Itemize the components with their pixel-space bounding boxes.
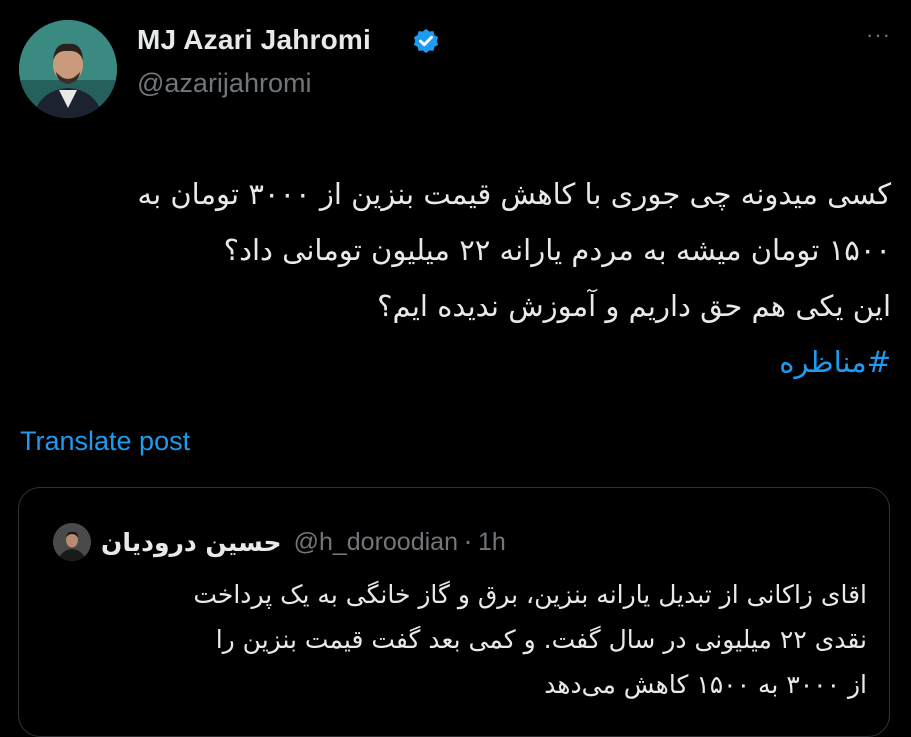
- tweet-line: این یکی هم حق داریم و آموزش ندیده ایم؟: [377, 289, 891, 323]
- quoted-line: از ۳۰۰۰ به ۱۵۰۰ کاهش می‌دهد: [544, 670, 867, 699]
- person-avatar-icon: [53, 523, 91, 561]
- tweet-text: کسی میدونه چی جوری با کاهش قیمت بنزین از…: [18, 166, 891, 390]
- verified-badge-icon: [413, 28, 439, 54]
- quoted-timestamp[interactable]: 1h: [478, 528, 506, 557]
- quoted-author-avatar[interactable]: [53, 523, 91, 561]
- quoted-line: نقدی ۲۲ میلیونی در سال گفت. و کمی بعد گف…: [215, 625, 867, 654]
- quoted-author-name[interactable]: حسین درودیان: [101, 528, 282, 557]
- hashtag-link[interactable]: #مناظره: [18, 334, 891, 390]
- tweet-line: کسی میدونه چی جوری با کاهش قیمت بنزین از…: [137, 177, 891, 211]
- quoted-tweet-text: اقای زاکانی از تبدیل یارانه بنزین، برق و…: [47, 572, 867, 707]
- author-name[interactable]: MJ Azari Jahromi: [137, 24, 371, 56]
- tweet-line: ۱۵۰۰ تومان میشه به مردم یارانه ۲۲ میلیون…: [223, 233, 891, 267]
- separator-dot: ·: [463, 527, 472, 557]
- person-avatar-icon: [19, 20, 117, 118]
- more-options-icon[interactable]: ···: [866, 22, 891, 48]
- quoted-tweet-header: حسین درودیان @h_doroodian · 1h: [49, 519, 506, 565]
- translate-post-link[interactable]: Translate post: [20, 426, 190, 457]
- quoted-tweet[interactable]: حسین درودیان @h_doroodian · 1h اقای زاکا…: [18, 487, 890, 737]
- quoted-line: اقای زاکانی از تبدیل یارانه بنزین، برق و…: [193, 580, 867, 609]
- quoted-author-handle[interactable]: @h_doroodian: [294, 528, 458, 557]
- author-avatar[interactable]: [19, 20, 117, 118]
- author-handle[interactable]: @azarijahromi: [137, 68, 311, 99]
